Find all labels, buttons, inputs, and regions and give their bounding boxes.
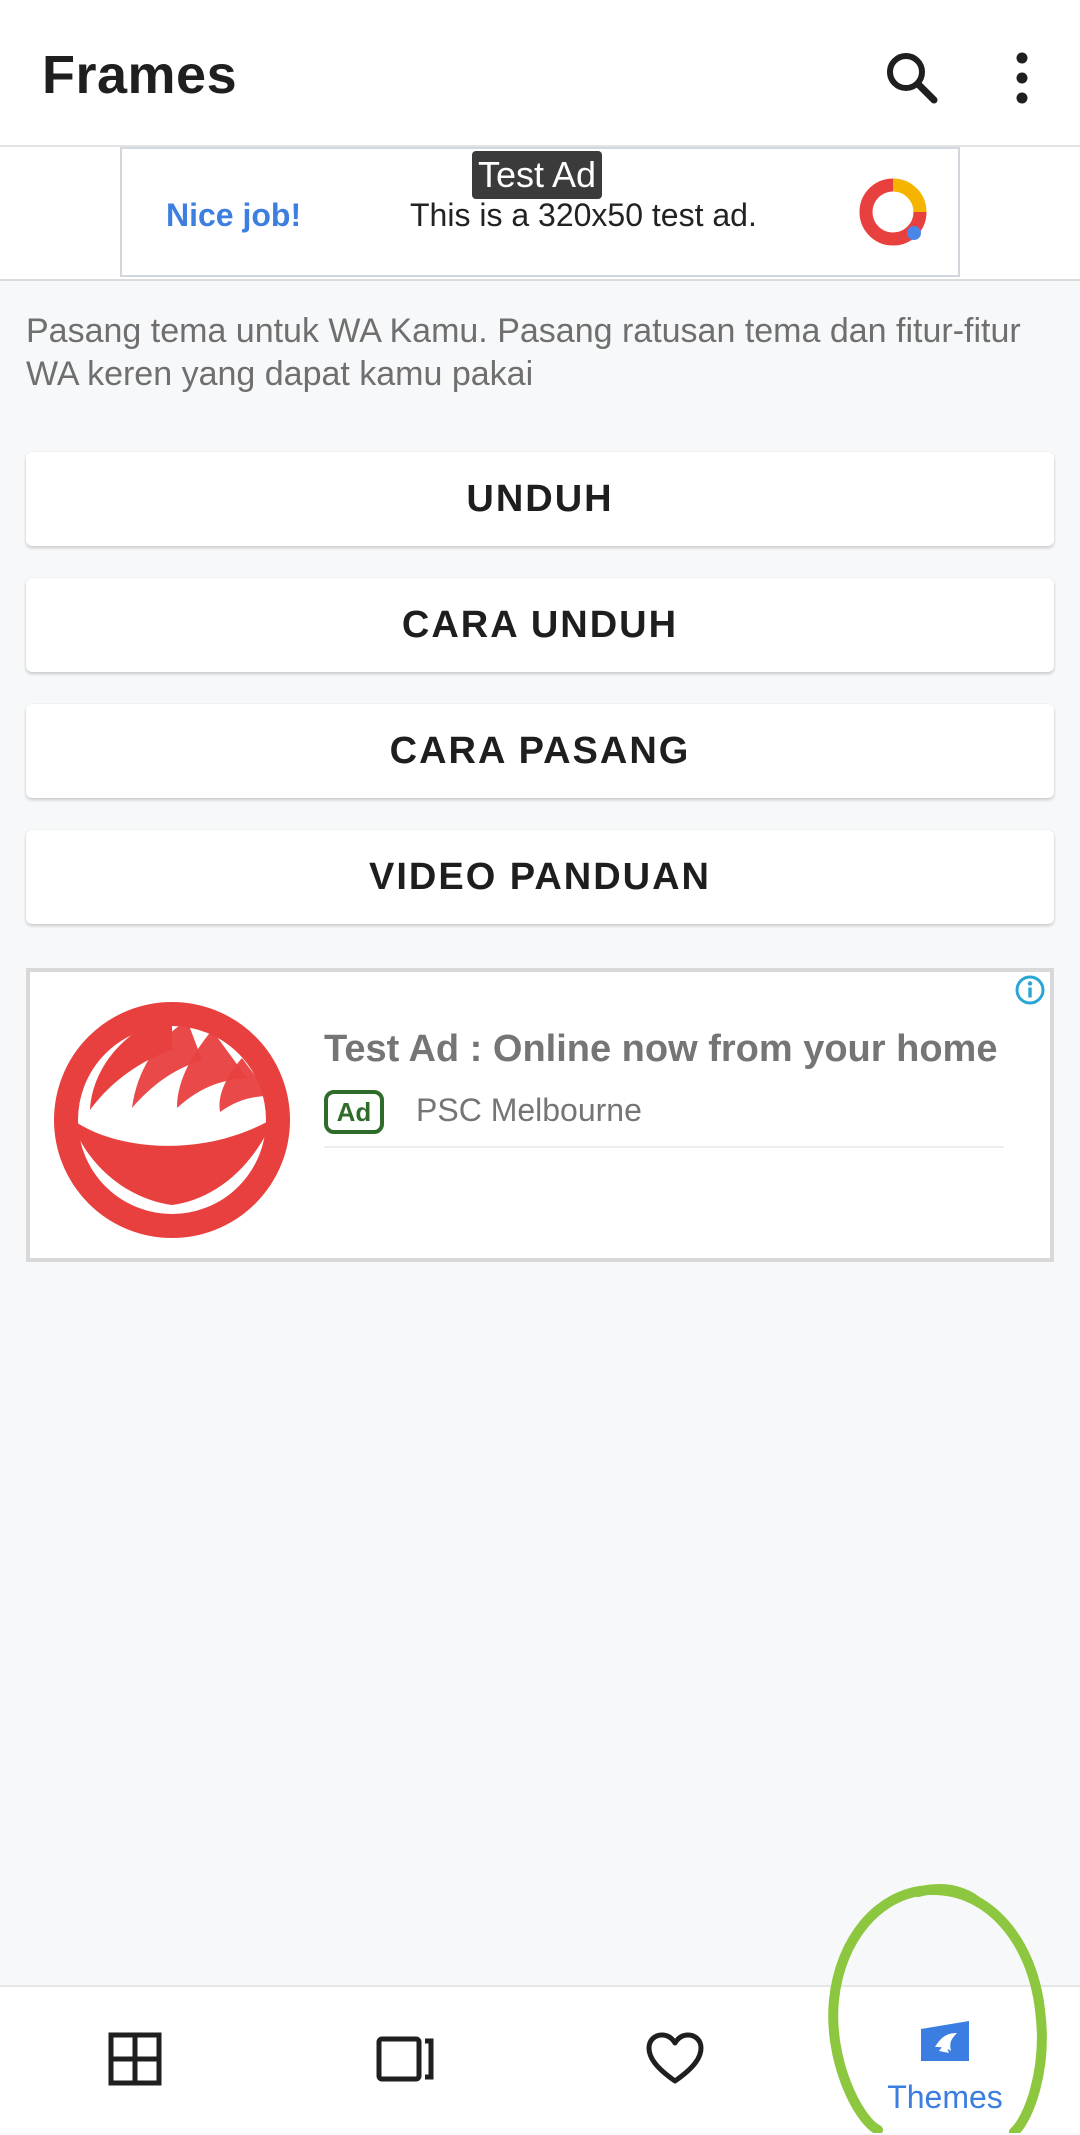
search-icon[interactable] bbox=[876, 42, 948, 114]
page-title: Frames bbox=[42, 45, 238, 105]
advertiser-logo bbox=[52, 1000, 292, 1240]
nav-item-grid[interactable] bbox=[0, 1987, 270, 2135]
banner-ad[interactable]: Test Ad Nice job! This is a 320x50 test … bbox=[120, 147, 960, 277]
info-icon[interactable] bbox=[1012, 972, 1048, 1008]
nav-label-themes: Themes bbox=[887, 2079, 1003, 2115]
banner-ad-container: Test Ad Nice job! This is a 320x50 test … bbox=[0, 147, 1080, 281]
nav-item-themes[interactable]: Themes bbox=[810, 1987, 1080, 2135]
ad-logo-icon bbox=[858, 177, 928, 247]
bottom-navigation: Themes bbox=[0, 1985, 1080, 2133]
heart-icon bbox=[646, 2032, 704, 2084]
how-to-install-button[interactable]: CARA PASANG bbox=[26, 704, 1054, 798]
native-ad[interactable]: Test Ad : Online now from your home Ad P… bbox=[26, 968, 1054, 1262]
download-button[interactable]: UNDUH bbox=[26, 452, 1054, 546]
nav-item-frames[interactable] bbox=[270, 1987, 540, 2135]
test-ad-tag: Test Ad bbox=[472, 151, 603, 199]
grid-icon bbox=[108, 2032, 162, 2086]
frame-icon bbox=[376, 2036, 434, 2082]
app-bar: Frames bbox=[0, 0, 1080, 147]
ad-badge: Ad bbox=[324, 1090, 384, 1134]
description-text: Pasang tema untuk WA Kamu. Pasang ratusa… bbox=[26, 312, 1021, 393]
how-to-download-button[interactable]: CARA UNDUH bbox=[26, 578, 1054, 672]
video-guide-button[interactable]: VIDEO PANDUAN bbox=[26, 830, 1054, 924]
divider bbox=[324, 1146, 1004, 1148]
nav-item-favorites[interactable] bbox=[540, 1987, 810, 2135]
native-ad-headline: Test Ad : Online now from your home bbox=[324, 1028, 998, 1070]
themes-icon bbox=[921, 2021, 969, 2061]
more-vert-icon[interactable] bbox=[986, 42, 1058, 114]
banner-ad-headline: Nice job! bbox=[166, 197, 302, 233]
advertiser-name: PSC Melbourne bbox=[416, 1092, 642, 1128]
banner-ad-message: This is a 320x50 test ad. bbox=[410, 197, 757, 233]
